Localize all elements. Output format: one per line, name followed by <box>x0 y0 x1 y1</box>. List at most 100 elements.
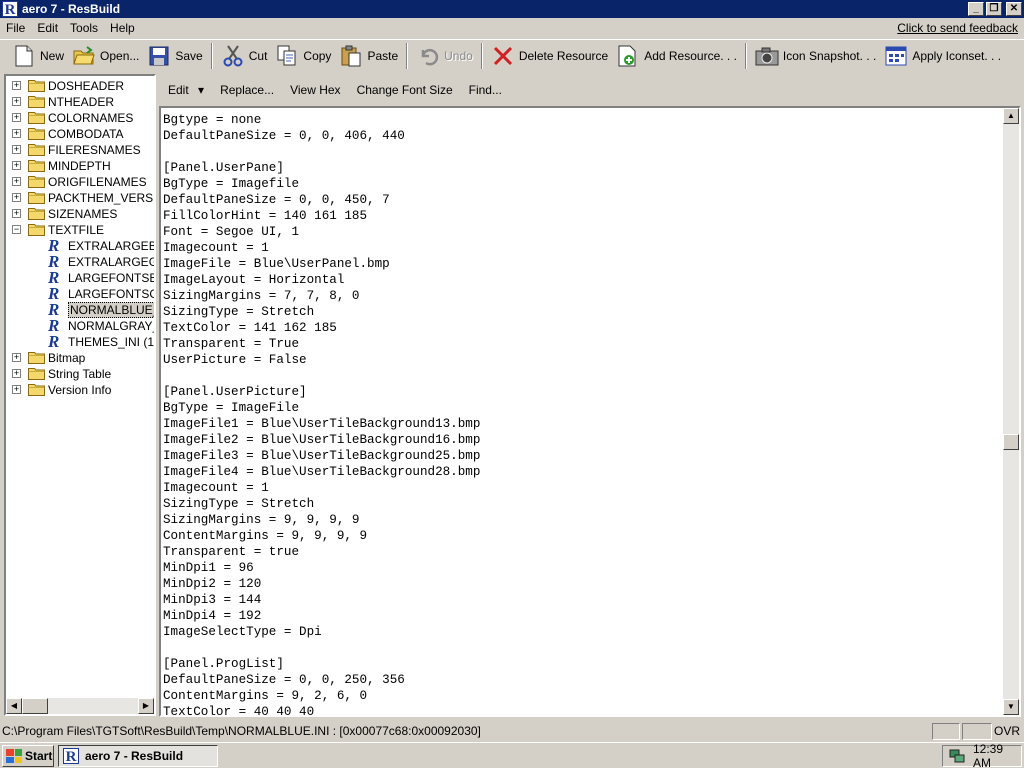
code-line: Bgtype = none <box>163 113 262 127</box>
replace-button[interactable]: Replace... <box>212 83 282 97</box>
start-button[interactable]: Start <box>2 745 54 767</box>
clock[interactable]: 12:39 AM <box>973 742 1021 768</box>
menu-file[interactable]: File <box>0 21 31 35</box>
minimize-button[interactable]: _ <box>968 2 984 16</box>
tree-child-node[interactable]: REXTRALARGEBLI <box>6 237 154 254</box>
expand-icon[interactable]: + <box>12 177 21 186</box>
expand-icon[interactable]: + <box>12 369 21 378</box>
expand-icon[interactable]: + <box>12 385 21 394</box>
scroll-up-arrow-icon[interactable]: ▲ <box>1003 108 1019 124</box>
tree-node-label: COMBODATA <box>48 127 124 141</box>
delete-resource-button[interactable]: Delete Resource <box>487 42 612 70</box>
code-line: Font = Segoe UI, 1 <box>163 225 300 239</box>
tree-child-node[interactable]: RLARGEFONTSBLI <box>6 269 154 286</box>
code-line: MinDpi2 = 120 <box>163 577 262 591</box>
scroll-down-arrow-icon[interactable]: ▼ <box>1003 699 1019 715</box>
icon-snapshot-button[interactable]: Icon Snapshot. . . <box>751 42 880 70</box>
apply-iconset-button[interactable]: Apply Iconset. . . <box>880 42 1005 70</box>
tree-child-node[interactable]: R THEMES_INI (103 <box>6 333 154 350</box>
code-line: ImageFile3 = Blue\UserTileBackground25.b… <box>163 449 481 463</box>
change-font-size-button[interactable]: Change Font Size <box>349 83 461 97</box>
tree-node-label: PACKTHEM_VERSIO <box>48 191 154 205</box>
tree-child-node[interactable]: RNORMALGRAY_II <box>6 317 154 334</box>
menu-edit[interactable]: Edit <box>31 21 64 35</box>
toolbar-separator <box>744 42 747 69</box>
add-resource-button[interactable]: Add Resource. . . <box>612 42 741 70</box>
menu-help[interactable]: Help <box>104 21 141 35</box>
editor-scroll-thumb[interactable] <box>1003 434 1019 450</box>
expand-icon[interactable]: + <box>12 113 21 122</box>
taskbar-app-button[interactable]: R aero 7 - ResBuild <box>58 745 218 767</box>
tree-node[interactable]: + String Table <box>6 366 154 382</box>
tree-node[interactable]: + Bitmap <box>6 350 154 366</box>
expand-icon[interactable]: + <box>12 209 21 218</box>
expand-icon[interactable]: + <box>12 81 21 90</box>
expand-icon[interactable]: + <box>12 145 21 154</box>
tree-node[interactable]: + NTHEADER <box>6 94 154 110</box>
menu-tools[interactable]: Tools <box>64 21 104 35</box>
find-button[interactable]: Find... <box>461 83 510 97</box>
paste-button[interactable]: Paste <box>335 42 402 70</box>
scroll-right-arrow-icon[interactable]: ▶ <box>138 698 154 714</box>
tree-node[interactable]: + ORIGFILENAMES <box>6 174 154 190</box>
tree-node-label: NTHEADER <box>48 95 115 109</box>
tree-node[interactable]: + DOSHEADER <box>6 78 154 94</box>
tree-node[interactable]: + COMBODATA <box>6 126 154 142</box>
code-line: ImageSelectType = Dpi <box>163 625 322 639</box>
open-button[interactable]: Open... <box>68 42 143 70</box>
tree-horizontal-scrollbar[interactable]: ◀ ▶ <box>6 698 154 714</box>
copy-button[interactable]: Copy <box>271 42 335 70</box>
undo-button[interactable]: Undo <box>412 42 477 70</box>
copy-icon <box>275 44 299 68</box>
scroll-left-arrow-icon[interactable]: ◀ <box>6 698 22 714</box>
close-button[interactable]: ✕ <box>1006 2 1022 16</box>
tree-node[interactable]: + PACKTHEM_VERSIO <box>6 190 154 206</box>
resource-tree[interactable]: + DOSHEADER + NTHEADER + COLORNAMES + COMBODATA… <box>4 74 156 716</box>
tree-child-label: LARGEFONTSBLI <box>68 271 154 285</box>
expand-icon[interactable]: + <box>12 129 21 138</box>
tree-node[interactable]: + Version Info <box>6 382 154 398</box>
code-line: TextColor = 40 40 40 <box>163 705 315 717</box>
code-line: ImageFile1 = Blue\UserTileBackground13.b… <box>163 417 481 431</box>
code-line: DefaultPaneSize = 0, 0, 406, 440 <box>163 129 405 143</box>
code-line: ImageFile = Blue\UserPanel.bmp <box>163 257 390 271</box>
editor-edit-menu[interactable]: Edit ▾ <box>160 83 212 97</box>
send-feedback-link[interactable]: Click to send feedback <box>897 21 1018 35</box>
code-line: MinDpi1 = 96 <box>163 561 254 575</box>
scissors-icon <box>221 44 245 68</box>
tree-child-label: LARGEFONTSGR <box>68 287 154 301</box>
tree-child-node[interactable]: RLARGEFONTSGR <box>6 285 154 302</box>
tree-node[interactable]: − TEXTFILE <box>6 222 154 238</box>
code-line: SizingType = Stretch <box>163 305 315 319</box>
tree-node[interactable]: + FILERESNAMES <box>6 142 154 158</box>
expand-icon[interactable]: + <box>12 161 21 170</box>
folder-icon <box>28 79 45 92</box>
tree-node[interactable]: + SIZENAMES <box>6 206 154 222</box>
tree-node[interactable]: + MINDEPTH <box>6 158 154 174</box>
tree-scroll-thumb[interactable] <box>22 698 48 714</box>
status-file-path: C:\Program Files\TGTSoft\ResBuild\Temp\N… <box>2 724 481 738</box>
expand-icon[interactable]: + <box>12 97 21 106</box>
view-hex-button[interactable]: View Hex <box>282 83 348 97</box>
save-button[interactable]: Save <box>143 42 206 70</box>
editor-vertical-scrollbar[interactable]: ▲ ▼ <box>1003 108 1019 715</box>
tree-node-label: FILERESNAMES <box>48 143 141 157</box>
expand-icon[interactable]: + <box>12 193 21 202</box>
tree-node-label: SIZENAMES <box>48 207 118 221</box>
title-bar: R aero 7 - ResBuild _ ❐ ✕ <box>0 0 1024 18</box>
cut-button[interactable]: Cut <box>217 42 272 70</box>
editor-content[interactable]: Bgtype = none DefaultPaneSize = 0, 0, 406… <box>163 112 1001 717</box>
restore-button[interactable]: ❐ <box>986 2 1002 16</box>
toolbar: New Open... Save Cut Copy Paste Undo Del… <box>0 39 1024 71</box>
collapse-icon[interactable]: − <box>12 225 21 234</box>
network-tray-icon[interactable] <box>949 748 965 764</box>
new-button[interactable]: New <box>8 42 68 70</box>
tree-child-node[interactable]: RNORMALBLUE_IN <box>6 301 154 318</box>
tree-node[interactable]: + COLORNAMES <box>6 110 154 126</box>
code-line: [Panel.ProgList] <box>163 657 284 671</box>
text-editor[interactable]: Bgtype = none DefaultPaneSize = 0, 0, 406… <box>159 106 1021 717</box>
expand-icon[interactable]: + <box>12 353 21 362</box>
tree-child-node[interactable]: REXTRALARGEGR <box>6 253 154 270</box>
code-line: ContentMargins = 9, 2, 6, 0 <box>163 689 368 703</box>
folder-icon <box>28 159 45 172</box>
